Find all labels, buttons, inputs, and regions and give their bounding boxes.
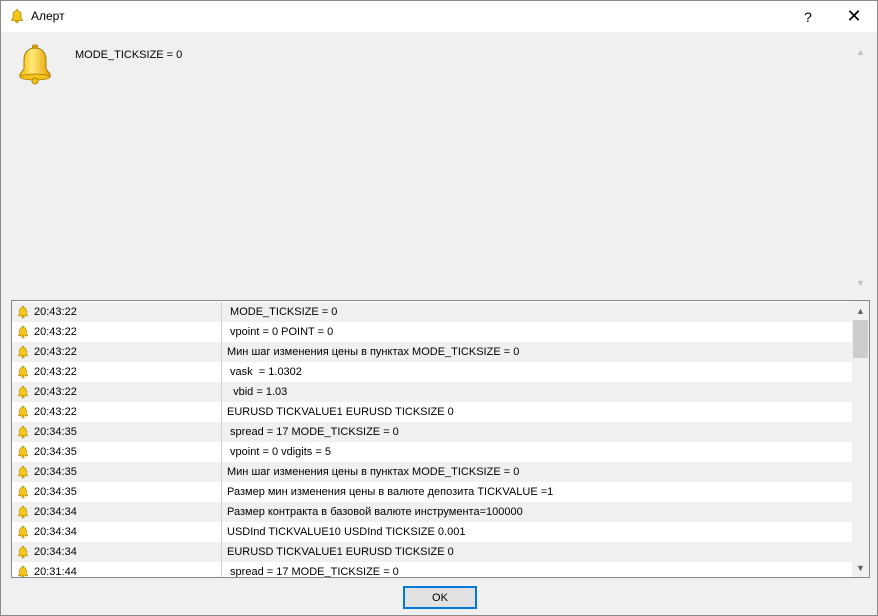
scrollbar-thumb[interactable]	[853, 320, 868, 358]
history-scrollbar[interactable]: ▲ ▼	[852, 301, 869, 577]
bell-icon	[18, 565, 28, 577]
row-message: Размер мин изменения цены в валюте депоз…	[227, 486, 554, 498]
row-time: 20:31:44	[34, 566, 77, 578]
row-message: MODE_TICKSIZE = 0	[227, 306, 338, 318]
bell-icon	[11, 9, 23, 24]
row-message: Мин шаг изменения цены в пунктах MODE_TI…	[227, 346, 520, 358]
row-time: 20:43:22	[34, 366, 77, 378]
row-time: 20:34:35	[34, 466, 77, 478]
table-row[interactable]: 20:43:22 EURUSD TICKVALUE1 EURUSD TICKSIZ…	[12, 402, 852, 422]
row-time: 20:43:22	[34, 406, 77, 418]
table-row[interactable]: 20:43:22 vask = 1.0302	[12, 362, 852, 382]
row-time: 20:43:22	[34, 346, 77, 358]
table-row[interactable]: 20:34:35 Размер мин изменения цены в валю…	[12, 482, 852, 502]
row-message: Размер контракта в базовой валюте инстру…	[227, 506, 523, 518]
close-button[interactable]: ✕	[831, 1, 877, 32]
row-time: 20:34:35	[34, 486, 77, 498]
bell-icon	[18, 525, 28, 539]
scroll-up-arrow-icon[interactable]: ▲	[852, 302, 869, 319]
row-time: 20:34:34	[34, 506, 77, 518]
table-row[interactable]: 20:43:22 vpoint = 0 POINT = 0	[12, 322, 852, 342]
bell-icon	[18, 445, 28, 459]
bell-icon	[18, 425, 28, 439]
row-message: vask = 1.0302	[227, 366, 302, 378]
scroll-down-arrow-icon[interactable]: ▼	[852, 274, 869, 291]
table-row[interactable]: 20:34:35 spread = 17 MODE_TICKSIZE = 0	[12, 422, 852, 442]
table-row[interactable]: 20:34:34 USDInd TICKVALUE10 USDInd TICKSI…	[12, 522, 852, 542]
bell-icon	[18, 545, 28, 559]
alert-message-text: MODE_TICKSIZE = 0	[75, 49, 183, 61]
row-message: spread = 17 MODE_TICKSIZE = 0	[227, 426, 399, 438]
row-message: EURUSD TICKVALUE1 EURUSD TICKSIZE 0	[227, 546, 454, 558]
table-row[interactable]: 20:43:22 Мин шаг изменения цены в пунктах…	[12, 342, 852, 362]
alert-history-rows: 20:43:22 MODE_TICKSIZE = 0 20:43:22 vpoin…	[12, 302, 852, 578]
row-time: 20:43:22	[34, 306, 77, 318]
bell-icon	[18, 485, 28, 499]
bell-icon	[18, 405, 28, 419]
ok-button[interactable]: OK	[403, 586, 477, 609]
bell-icon	[18, 465, 28, 479]
table-row[interactable]: 20:43:22 vbid = 1.03	[12, 382, 852, 402]
row-message: vbid = 1.03	[227, 386, 288, 398]
table-row[interactable]: 20:31:44 spread = 17 MODE_TICKSIZE = 0	[12, 562, 852, 578]
row-time: 20:43:22	[34, 326, 77, 338]
row-time: 20:34:35	[34, 446, 77, 458]
table-row[interactable]: 20:43:22 MODE_TICKSIZE = 0	[12, 302, 852, 322]
message-scrollbar[interactable]: ▲ ▼	[852, 40, 869, 292]
bell-icon	[19, 44, 51, 85]
row-message: USDInd TICKVALUE10 USDInd TICKSIZE 0.001	[227, 526, 466, 538]
alert-history-list[interactable]: 20:43:22 MODE_TICKSIZE = 0 20:43:22 vpoin…	[11, 300, 870, 578]
help-button[interactable]: ?	[785, 1, 831, 32]
bell-icon	[18, 305, 28, 319]
bell-icon	[18, 385, 28, 399]
table-row[interactable]: 20:34:34 Размер контракта в базовой валют…	[12, 502, 852, 522]
row-message: Мин шаг изменения цены в пунктах MODE_TI…	[227, 466, 520, 478]
window-title: Алерт	[31, 9, 65, 23]
row-message: vpoint = 0 POINT = 0	[227, 326, 334, 338]
title-bar: Алерт ? ✕	[1, 1, 877, 32]
row-time: 20:34:35	[34, 426, 77, 438]
bell-icon	[18, 325, 28, 339]
table-row[interactable]: 20:34:34 EURUSD TICKVALUE1 EURUSD TICKSIZ…	[12, 542, 852, 562]
alert-window: Алерт ? ✕ MODE_TICKSIZE = 0 ▲ ▼ 20:43:22…	[0, 0, 878, 616]
row-message: spread = 17 MODE_TICKSIZE = 0	[227, 566, 399, 578]
bell-icon	[18, 345, 28, 359]
alert-message-area: MODE_TICKSIZE = 0 ▲ ▼	[9, 40, 869, 292]
bell-icon	[18, 365, 28, 379]
table-row[interactable]: 20:34:35 vpoint = 0 vdigits = 5	[12, 442, 852, 462]
row-time: 20:34:34	[34, 526, 77, 538]
row-time: 20:43:22	[34, 386, 77, 398]
scroll-down-arrow-icon[interactable]: ▼	[852, 559, 869, 576]
row-time: 20:34:34	[34, 546, 77, 558]
row-message: EURUSD TICKVALUE1 EURUSD TICKSIZE 0	[227, 406, 454, 418]
table-row[interactable]: 20:34:35 Мин шаг изменения цены в пунктах…	[12, 462, 852, 482]
row-message: vpoint = 0 vdigits = 5	[227, 446, 331, 458]
bell-icon	[18, 505, 28, 519]
scroll-up-arrow-icon[interactable]: ▲	[852, 43, 869, 60]
